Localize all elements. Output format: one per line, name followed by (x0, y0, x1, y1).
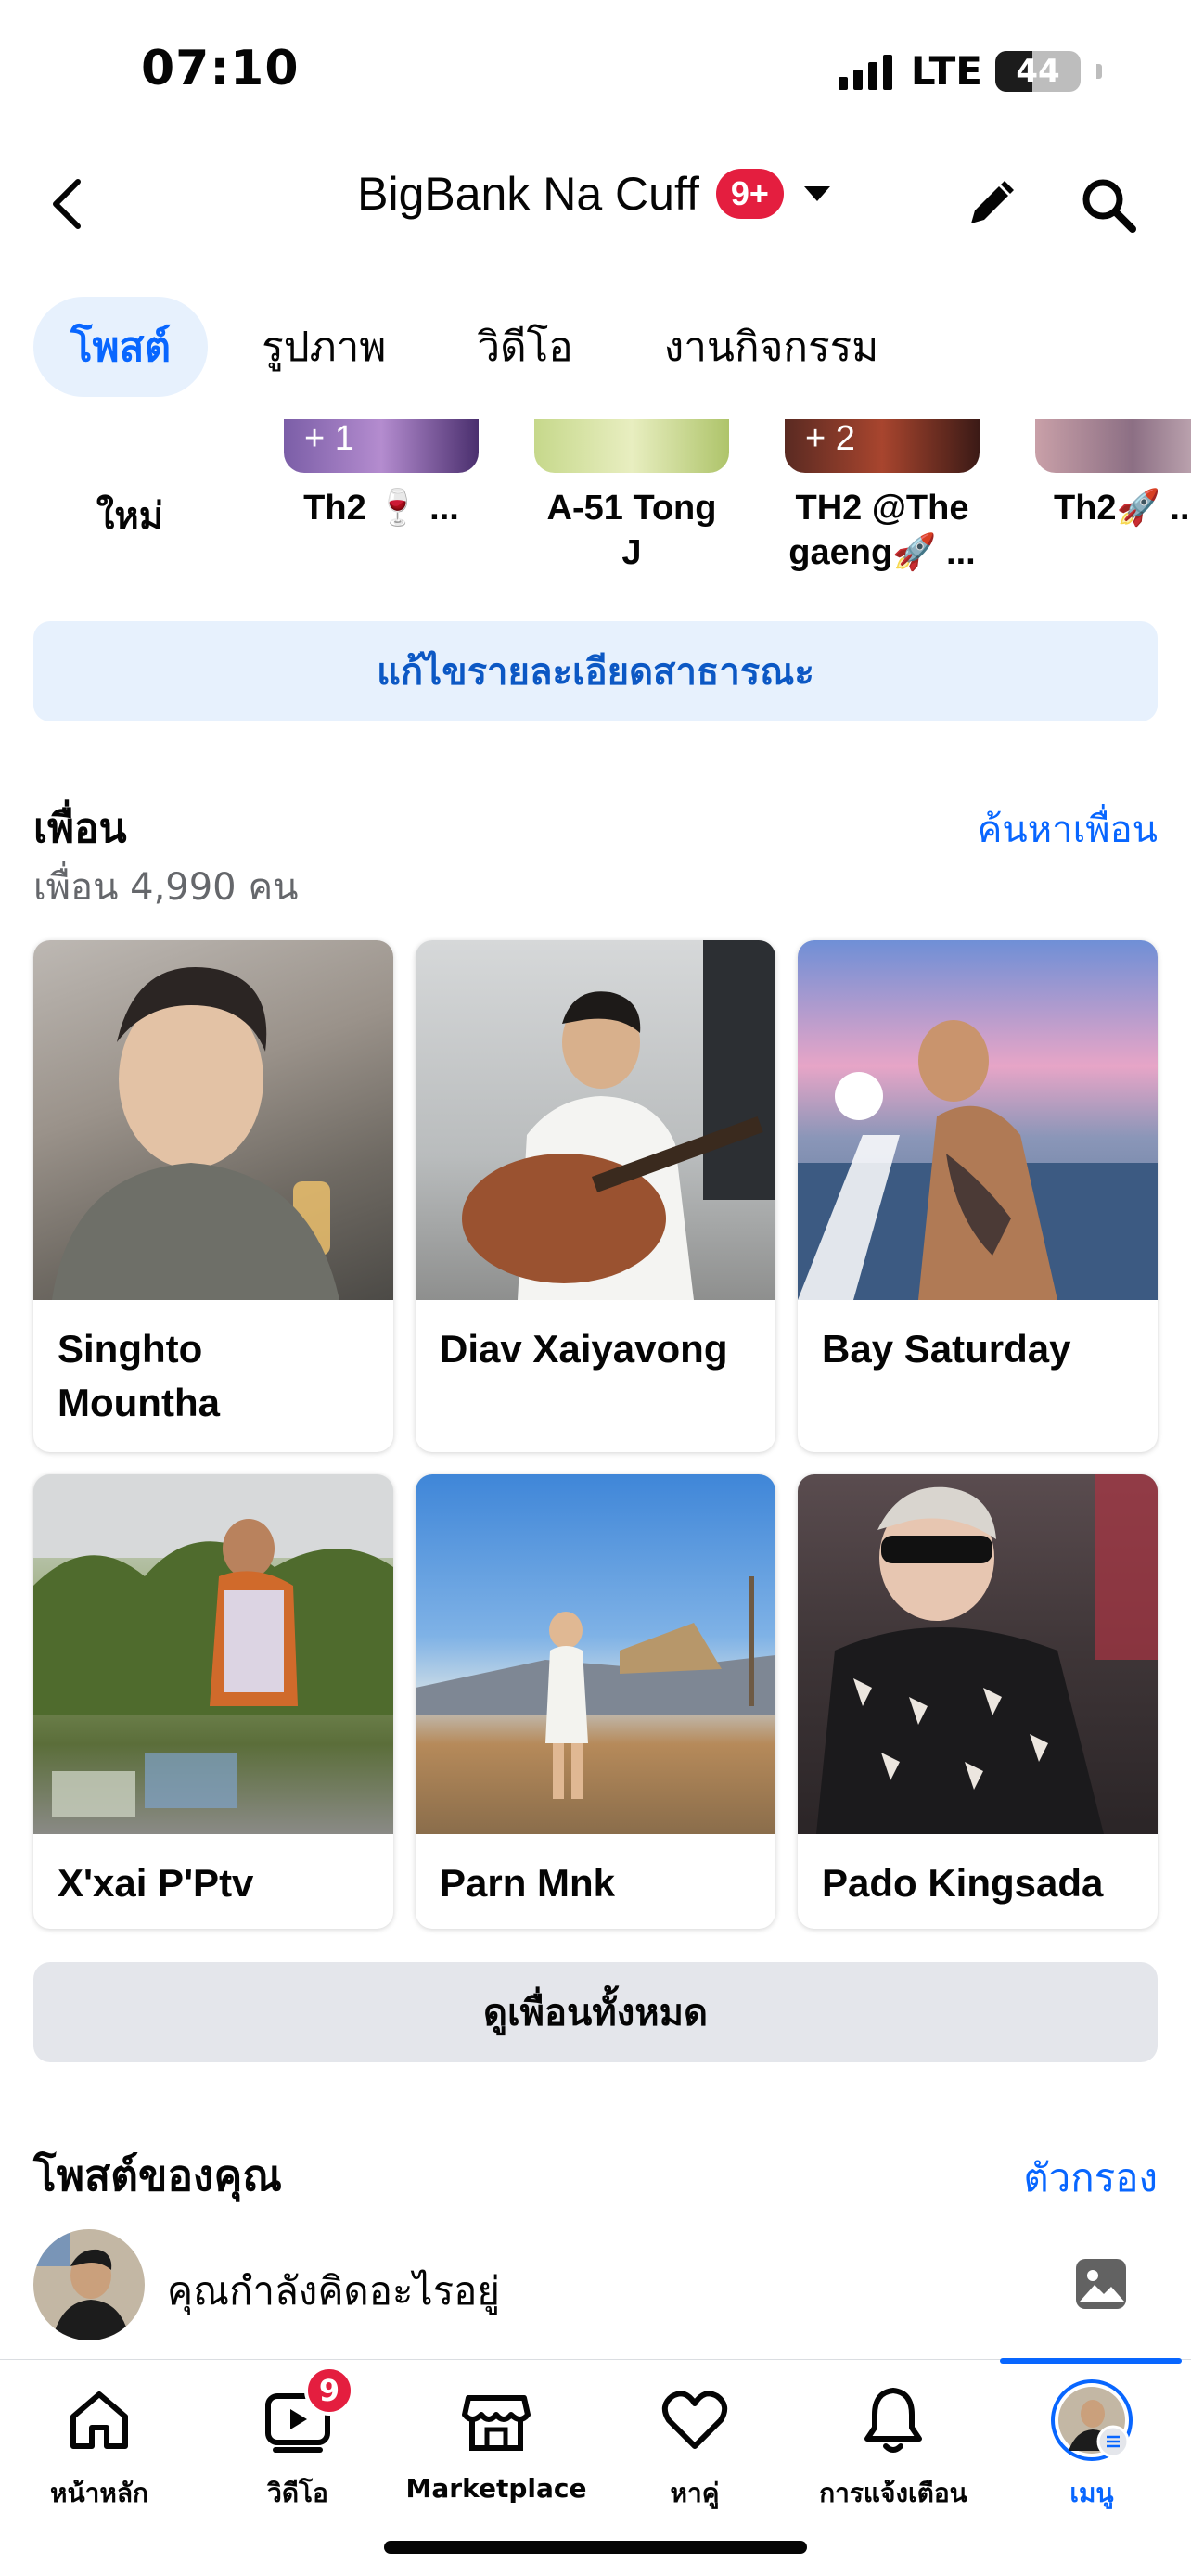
nav-notifications[interactable]: การแจ้งเตือน (794, 2378, 992, 2514)
nav-label: การแจ้งเตือน (819, 2478, 967, 2508)
home-icon (58, 2378, 141, 2462)
bell-icon (852, 2378, 935, 2462)
friend-card[interactable]: Diav Xaiyavong (416, 940, 775, 1452)
highlight-item[interactable]: + 1 Th2 🍷 ... (284, 419, 479, 530)
friend-photo-image (798, 1020, 1158, 1300)
battery-level: 44 (1016, 52, 1060, 90)
friends-count: เพื่อน 4,990 คน (33, 866, 299, 909)
edit-public-details-button[interactable]: แก้ไขรายละเอียดสาธารณะ (33, 621, 1158, 721)
friend-card[interactable]: Pado Kingsada (798, 1474, 1158, 1929)
friend-card[interactable]: Parn Mnk (416, 1474, 775, 1929)
menu-avatar-icon (1050, 2378, 1133, 2462)
nav-label: วิดีโอ (267, 2478, 328, 2508)
profile-header: BigBank Na Cuff 9+ (0, 148, 1191, 260)
friend-card[interactable]: X'xai P'Ptv (33, 1474, 393, 1929)
marketplace-icon (455, 2378, 538, 2462)
highlight-label: A-51 Tong J (546, 489, 717, 572)
nav-label: หาคู่ (670, 2478, 720, 2508)
friend-name: Parn Mnk (440, 1861, 616, 1905)
find-friends-link[interactable]: ค้นหาเพื่อน (978, 799, 1158, 859)
friend-photo-image (416, 1576, 775, 1799)
highlight-label: Th2🚀 ... (1054, 489, 1191, 528)
photo-icon (1076, 2259, 1126, 2309)
tab-events[interactable]: งานกิจกรรม (627, 297, 916, 397)
friend-photo-image (462, 940, 775, 1300)
network-label: LTE (910, 48, 982, 94)
status-bar: 07:10 LTE 44 (0, 0, 1191, 139)
nav-label: หน้าหลัก (50, 2478, 148, 2508)
status-indicators: LTE 44 (838, 48, 1102, 94)
dating-icon (653, 2378, 736, 2462)
active-tab-indicator (1000, 2358, 1182, 2364)
tab-posts[interactable]: โพสต์ (33, 297, 209, 397)
nav-marketplace[interactable]: Marketplace (397, 2378, 596, 2504)
highlight-label: Th2 🍷 ... (303, 489, 459, 528)
friend-photo-image (33, 1474, 393, 1817)
nav-home[interactable]: หน้าหลัก (0, 2378, 198, 2514)
highlight-item[interactable]: Th2🚀 ... (1035, 419, 1191, 530)
avatar-image (33, 2229, 145, 2340)
highlight-thumbnail (534, 419, 729, 473)
caret-down-icon (803, 186, 830, 201)
friend-photo (33, 1474, 393, 1834)
search-icon (1082, 179, 1136, 233)
avatar[interactable] (33, 2229, 145, 2340)
friend-photo (798, 1474, 1158, 1834)
friend-name: Pado Kingsada (822, 1861, 1104, 1905)
your-posts-title: โพสต์ของคุณ (33, 2150, 282, 2200)
friend-name: Diav Xaiyavong (440, 1327, 728, 1371)
add-photo-button[interactable] (1072, 2255, 1130, 2313)
friend-photo-image (816, 1474, 1158, 1834)
friend-card[interactable]: Singhto Mountha (33, 940, 393, 1452)
video-icon: 9 (256, 2366, 354, 2462)
tab-photos[interactable]: รูปภาพ (224, 297, 423, 397)
posts-filter-link[interactable]: ตัวกรอง (1023, 2148, 1158, 2209)
profile-name: BigBank Na Cuff (357, 168, 699, 220)
friend-photo (33, 940, 393, 1300)
home-indicator (384, 2541, 807, 2554)
friend-photo-image (52, 967, 339, 1300)
profile-tabs: โพสต์ รูปภาพ วิดีโอ งานกิจกรรม (33, 297, 916, 397)
highlight-thumbnail: + 1 (284, 419, 479, 473)
nav-menu[interactable]: เมนู (992, 2378, 1191, 2514)
friend-name: Singhto Mountha (58, 1327, 220, 1424)
nav-label: เมนู (1069, 2478, 1114, 2508)
friend-name: Bay Saturday (822, 1327, 1071, 1371)
battery-tip (1096, 63, 1102, 79)
nav-dating[interactable]: หาคู่ (596, 2378, 794, 2514)
highlight-thumbnail (1035, 419, 1191, 473)
highlight-count: + 1 (304, 419, 354, 458)
video-badge: 9 (304, 2366, 354, 2416)
friend-photo (798, 940, 1158, 1300)
highlight-new[interactable]: ใหม่ (37, 486, 223, 545)
signal-icon (838, 53, 892, 90)
post-composer-input[interactable]: คุณกำลังคิดอะไรอยู่ (167, 2261, 500, 2322)
battery-icon: 44 (995, 50, 1081, 92)
highlight-label: TH2 @The gaeng🚀 ... (788, 489, 976, 572)
nav-label: Marketplace (405, 2473, 587, 2504)
highlight-count: + 2 (805, 419, 855, 458)
edit-button[interactable] (957, 172, 1022, 237)
friend-card[interactable]: Bay Saturday (798, 940, 1158, 1452)
highlight-item[interactable]: A-51 Tong J (534, 419, 729, 575)
friends-title: เพื่อน (33, 805, 127, 852)
search-button[interactable] (1076, 172, 1141, 237)
status-time: 07:10 (141, 41, 300, 96)
highlight-item[interactable]: + 2 TH2 @The gaeng🚀 ... (785, 419, 980, 575)
friend-name: X'xai P'Ptv (58, 1861, 254, 1905)
friend-photo (416, 940, 775, 1300)
friend-photo (416, 1474, 775, 1834)
pencil-icon (971, 181, 1014, 223)
tab-videos[interactable]: วิดีโอ (440, 297, 609, 397)
notification-badge: 9+ (715, 169, 784, 219)
nav-video[interactable]: 9 วิดีโอ (198, 2366, 397, 2514)
highlights-strip: ใหม่ + 1 Th2 🍷 ... A-51 Tong J + 2 TH2 @… (0, 419, 1191, 586)
see-all-friends-button[interactable]: ดูเพื่อนทั้งหมด (33, 1962, 1158, 2062)
highlight-thumbnail: + 2 (785, 419, 980, 473)
